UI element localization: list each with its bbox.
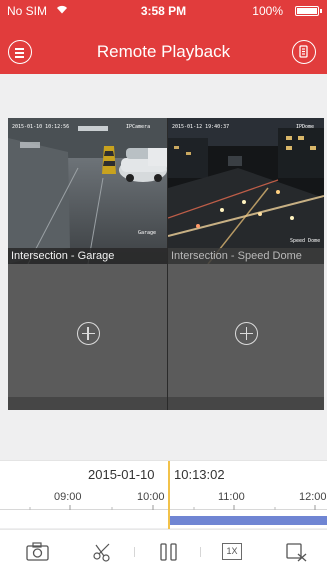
camera-label: Intersection - Speed Dome (168, 248, 324, 264)
timeline-ticks (0, 505, 327, 510)
capture-button[interactable] (26, 542, 50, 564)
timeline-cursor[interactable] (168, 461, 170, 529)
stop-button[interactable] (286, 542, 308, 564)
video-timestamp-overlay: 2015-01-12 19:40:37 (172, 124, 230, 130)
playback-timeline[interactable]: 2015-01-10 10:13:02 09:00 10:00 11:00 12… (0, 460, 327, 529)
recording-segment-bar (169, 516, 327, 525)
page-title: Remote Playback (96, 42, 231, 61)
video-window-garage[interactable]: 2015-01-10 10:12:56 IPCamera Garage Inte… (8, 118, 167, 264)
battery-percent: 100% (252, 4, 283, 18)
add-camera-button[interactable] (235, 322, 258, 345)
video-corner-overlay: Speed Dome (290, 238, 321, 244)
pause-icon (160, 543, 177, 561)
video-name-overlay: IPDome (296, 124, 315, 130)
channel-list-button[interactable] (292, 40, 316, 64)
app-header: No SIM 3:58 PM 100% Remote Playback (0, 0, 327, 74)
scissors-icon (93, 543, 110, 562)
video-window-speed-dome[interactable]: 2015-01-12 19:40:37 IPDome Speed Dome In… (168, 118, 324, 264)
video-timestamp-overlay: 2015-01-10 10:12:56 (12, 124, 70, 130)
video-grid: 2015-01-10 10:12:56 IPCamera Garage Inte… (8, 118, 324, 410)
channel-list-icon (299, 45, 308, 58)
playback-toolbar: 1X (0, 529, 327, 574)
garage-video-feed (8, 118, 167, 264)
timeline-time: 10:13:02 (174, 467, 225, 482)
pause-button[interactable] (160, 542, 178, 564)
status-bar: No SIM 3:58 PM 100% (0, 0, 327, 20)
empty-video-window[interactable] (168, 264, 324, 410)
speed-button[interactable]: 1X (222, 543, 242, 560)
empty-video-window[interactable] (8, 264, 167, 410)
timeline-hour-label: 10:00 (137, 491, 165, 503)
battery-icon (295, 6, 322, 16)
video-name-overlay: IPCamera (126, 124, 151, 130)
timeline-date: 2015-01-10 (88, 467, 155, 482)
add-camera-button[interactable] (76, 322, 100, 345)
clip-button[interactable] (92, 542, 114, 564)
stop-icon (286, 543, 307, 562)
timeline-hour-label: 12:00 (299, 491, 327, 503)
video-corner-overlay: Garage (138, 230, 157, 236)
camera-label: Intersection - Garage (8, 248, 167, 264)
timeline-hour-label: 11:00 (218, 491, 245, 503)
camera-icon (26, 542, 49, 561)
timeline-hour-label: 09:00 (54, 491, 82, 503)
